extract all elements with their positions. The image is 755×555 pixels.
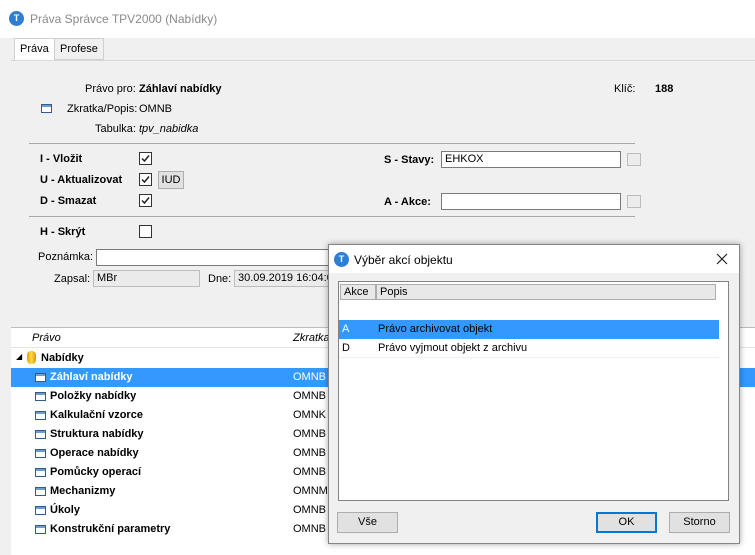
klic-value: 188 bbox=[655, 83, 674, 95]
column-akce[interactable]: Akce bbox=[340, 284, 376, 300]
list-item-popis: Právo archivovat objekt bbox=[378, 323, 493, 335]
table-icon bbox=[35, 449, 46, 458]
table-icon bbox=[35, 411, 46, 420]
table-icon bbox=[35, 506, 46, 515]
zkratka-value: OMNB bbox=[139, 103, 172, 115]
skryt-checkbox[interactable] bbox=[139, 225, 152, 238]
tree-item-code: OMNB bbox=[293, 371, 326, 383]
tree-item-code: OMNK bbox=[293, 409, 326, 421]
tree-item-label: Pomůcky operací bbox=[50, 466, 142, 478]
app-logo-icon: T bbox=[9, 11, 24, 26]
column-pravo[interactable]: Právo bbox=[32, 332, 61, 344]
aktualizovat-label: U - Aktualizovat bbox=[40, 174, 123, 186]
stavy-input[interactable]: EHKOX bbox=[441, 151, 621, 168]
dne-input: 30.09.2019 16:04:0 bbox=[234, 270, 334, 287]
vlozit-checkbox[interactable] bbox=[139, 152, 152, 165]
zapsal-input: MBr bbox=[93, 270, 200, 287]
separator bbox=[29, 216, 635, 217]
column-zkratka[interactable]: Zkratka bbox=[293, 332, 330, 344]
tree-item-code: OMNB bbox=[293, 466, 326, 478]
app-logo-icon: T bbox=[334, 252, 349, 267]
separator bbox=[29, 143, 635, 144]
akce-input[interactable] bbox=[441, 193, 621, 210]
vlozit-label: I - Vložit bbox=[40, 153, 83, 165]
check-icon bbox=[141, 176, 150, 184]
aktualizovat-checkbox[interactable] bbox=[139, 173, 152, 186]
action-list[interactable]: Akce Popis A Právo archivovat objekt D P… bbox=[338, 281, 729, 501]
tree-item-code: OMNB bbox=[293, 447, 326, 459]
tree-item-label: Úkoly bbox=[50, 504, 80, 516]
tree-item-label: Konstrukční parametry bbox=[50, 523, 171, 535]
database-icon bbox=[27, 351, 36, 364]
table-icon bbox=[35, 525, 46, 534]
smazat-checkbox[interactable] bbox=[139, 194, 152, 207]
table-icon bbox=[35, 430, 46, 439]
tab-prava[interactable]: Práva bbox=[14, 38, 55, 61]
akce-picker-button[interactable] bbox=[627, 195, 641, 208]
action-select-dialog: T Výběr akcí objektu Akce Popis A Právo … bbox=[328, 244, 740, 544]
cancel-button[interactable]: Storno bbox=[669, 512, 730, 533]
column-popis[interactable]: Popis bbox=[376, 284, 716, 300]
window-title: Práva Správce TPV2000 (Nabídky) bbox=[30, 12, 218, 26]
close-icon[interactable] bbox=[713, 250, 731, 268]
klic-label: Klíč: bbox=[614, 83, 636, 95]
smazat-label: D - Smazat bbox=[40, 195, 97, 207]
tree-root-label: Nabídky bbox=[41, 352, 84, 364]
pravo-pro-value: Záhlaví nabídky bbox=[139, 83, 222, 95]
tree-item-label: Operace nabídky bbox=[50, 447, 139, 459]
table-icon bbox=[35, 373, 46, 382]
table-icon bbox=[35, 487, 46, 496]
zkratka-label: Zkratka/Popis: bbox=[67, 103, 138, 115]
tree-item-label: Struktura nabídky bbox=[50, 428, 144, 440]
title-bar: T Práva Správce TPV2000 (Nabídky) bbox=[0, 0, 755, 38]
list-item-popis: Právo vyjmout objekt z archivu bbox=[378, 342, 528, 354]
tree-item-label: Kalkulační vzorce bbox=[50, 409, 143, 421]
zapsal-label: Zapsal: bbox=[54, 273, 91, 285]
pravo-pro-label: Právo pro: bbox=[85, 83, 136, 95]
poznamka-input[interactable] bbox=[96, 249, 336, 266]
dialog-title-bar: T Výběr akcí objektu bbox=[329, 245, 739, 273]
list-item[interactable]: A Právo archivovat objekt bbox=[339, 320, 719, 339]
check-icon bbox=[141, 155, 150, 163]
tree-item-code: OMNB bbox=[293, 504, 326, 516]
tree-item-code: OMNB bbox=[293, 390, 326, 402]
tree-item-code: OMNB bbox=[293, 428, 326, 440]
collapse-triangle-icon[interactable]: ◢ bbox=[16, 352, 22, 361]
list-item-akce: D bbox=[342, 342, 350, 354]
list-item[interactable]: D Právo vyjmout objekt z archivu bbox=[339, 339, 719, 358]
tree-item-label: Mechanizmy bbox=[50, 485, 116, 497]
table-icon bbox=[35, 468, 46, 477]
tree-item-label: Záhlaví nabídky bbox=[50, 371, 133, 383]
tab-profese[interactable]: Profese bbox=[54, 38, 104, 60]
table-icon bbox=[41, 104, 52, 113]
tree-item-code: OMNM bbox=[293, 485, 328, 497]
tabulka-value: tpv_nabidka bbox=[139, 123, 199, 135]
dialog-title: Výběr akcí objektu bbox=[354, 253, 453, 267]
tree-item-label: Položky nabídky bbox=[50, 390, 137, 402]
akce-label: A - Akce: bbox=[384, 196, 431, 208]
skryt-label: H - Skrýt bbox=[40, 226, 86, 238]
select-all-button[interactable]: Vše bbox=[337, 512, 398, 533]
stavy-picker-button[interactable] bbox=[627, 153, 641, 166]
tree-item-code: OMNB bbox=[293, 523, 326, 535]
list-item-akce: A bbox=[342, 323, 350, 335]
check-icon bbox=[141, 197, 150, 205]
table-icon bbox=[35, 392, 46, 401]
poznamka-label: Poznámka: bbox=[38, 251, 94, 263]
dne-label: Dne: bbox=[208, 273, 232, 285]
stavy-label: S - Stavy: bbox=[384, 154, 435, 166]
tabulka-label: Tabulka: bbox=[95, 123, 136, 135]
ok-button[interactable]: OK bbox=[596, 512, 657, 533]
iud-button[interactable]: IUD bbox=[158, 171, 184, 189]
